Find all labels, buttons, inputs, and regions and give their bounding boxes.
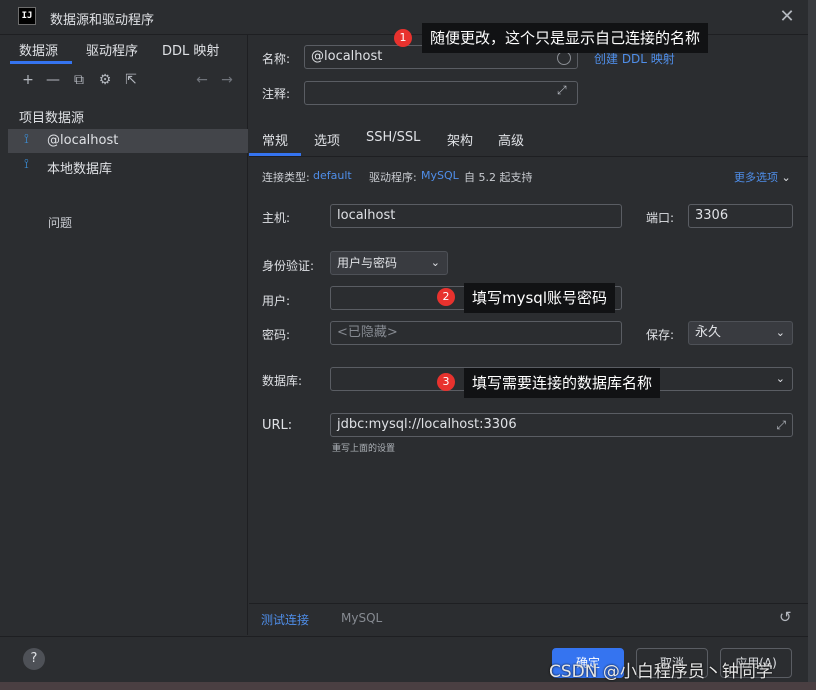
forward-arrow-icon[interactable]: →	[218, 71, 236, 89]
copy-icon[interactable]: ⧉	[70, 71, 88, 89]
auth-select[interactable]: 用户与密码 ⌄	[330, 251, 448, 275]
right-panel: 名称: @localhost 创建 DDL 映射 注释: ⤢ 常规 选项 SSH…	[249, 35, 816, 635]
connection-type-link[interactable]: default	[313, 169, 352, 182]
window-title: 数据源和驱动程序	[50, 13, 155, 28]
problems-label[interactable]: 问题	[48, 214, 72, 231]
comment-label: 注释:	[262, 87, 291, 101]
annotation-callout-3: 填写需要连接的数据库名称	[464, 368, 661, 398]
url-hint: 重写上面的设置	[332, 444, 396, 454]
tab-divider	[249, 156, 816, 157]
close-icon[interactable]: ✕	[776, 6, 798, 28]
more-options-link[interactable]: 更多选项 ⌄	[734, 169, 791, 185]
name-label: 名称:	[262, 52, 291, 66]
tab-data-sources[interactable]: 数据源	[19, 40, 58, 59]
export-icon[interactable]: ⇱	[122, 71, 140, 89]
bottom-divider	[249, 603, 816, 604]
left-panel: 数据源 驱动程序 DDL 映射 + — ⧉ ⚙ ⇱ ← → 项目数据源 ⟟ @l…	[0, 35, 248, 635]
host-input[interactable]: localhost	[330, 204, 622, 228]
url-label: URL:	[262, 418, 293, 433]
project-data-sources-header: 项目数据源	[19, 111, 85, 126]
url-value: jdbc:mysql://localhost:3306	[337, 417, 517, 432]
driver-link[interactable]: MySQL	[421, 169, 459, 182]
intellij-app-icon: IJ	[18, 7, 36, 25]
tree-item-local-db[interactable]: ⟟ 本地数据库	[8, 154, 248, 178]
tab-schemas[interactable]: 架构	[447, 130, 473, 149]
test-connection-link[interactable]: 测试连接	[261, 611, 309, 628]
port-label: 端口:	[646, 211, 675, 225]
revert-icon[interactable]: ↺	[779, 608, 792, 626]
auth-label: 身份验证:	[262, 259, 315, 273]
tab-ssh-ssl[interactable]: SSH/SSL	[366, 130, 420, 145]
mysql-dolphin-icon: ⟟	[24, 157, 29, 172]
driver-label: 驱动程序:	[369, 171, 417, 184]
database-label: 数据库:	[262, 374, 303, 388]
background-window-edge	[808, 0, 816, 690]
comment-input[interactable]	[304, 81, 578, 105]
auth-select-value: 用户与密码	[337, 256, 398, 270]
annotation-callout-2: 填写mysql账号密码	[464, 283, 615, 313]
url-input[interactable]: jdbc:mysql://localhost:3306 ⤢	[330, 413, 793, 437]
background-desktop-edge	[0, 682, 816, 690]
annotation-callout-1: 随便更改，这个只是显示自己连接的名称	[422, 23, 709, 53]
tab-drivers[interactable]: 驱动程序	[86, 40, 138, 59]
annotation-badge-1: 1	[394, 29, 412, 47]
expand-icon[interactable]: ⤢	[776, 414, 786, 436]
chevron-down-icon: ⌄	[775, 326, 785, 339]
port-input[interactable]: 3306	[688, 204, 793, 228]
settings-icon[interactable]: ⚙	[96, 71, 114, 89]
csdn-watermark: CSDN @小白程序员丶钟同学	[549, 662, 773, 682]
expand-icon[interactable]: ⤢	[557, 83, 567, 98]
password-input[interactable]: <已隐藏>	[330, 321, 622, 345]
help-button[interactable]: ?	[23, 648, 45, 670]
active-tab-indicator	[10, 61, 72, 64]
driver-footer-label: MySQL	[341, 611, 383, 625]
chevron-down-icon: ⌄	[781, 171, 791, 184]
host-label: 主机:	[262, 211, 291, 225]
driver-support-text: 自 5.2 起支持	[464, 171, 533, 184]
minus-icon[interactable]: —	[44, 71, 62, 89]
chevron-down-icon: ⌄	[430, 256, 440, 269]
tab-advanced[interactable]: 高级	[498, 130, 524, 149]
annotation-badge-2: 2	[437, 288, 455, 306]
save-label: 保存:	[646, 328, 675, 342]
tab-options[interactable]: 选项	[314, 130, 340, 149]
tree-item-label: @localhost	[47, 133, 119, 148]
chevron-down-icon[interactable]: ⌄	[776, 368, 785, 390]
user-label: 用户:	[262, 294, 291, 308]
save-select[interactable]: 永久 ⌄	[688, 321, 793, 345]
tab-general[interactable]: 常规	[262, 130, 288, 149]
mysql-dolphin-icon: ⟟	[24, 132, 29, 147]
save-select-value: 永久	[695, 325, 722, 340]
annotation-badge-3: 3	[437, 373, 455, 391]
tree-item-localhost[interactable]: ⟟ @localhost	[8, 129, 248, 153]
footer-divider	[0, 636, 816, 637]
tree-item-label: 本地数据库	[47, 162, 113, 177]
connection-type-label: 连接类型:	[262, 171, 310, 184]
color-circle-icon[interactable]	[557, 51, 571, 65]
back-arrow-icon[interactable]: ←	[193, 71, 211, 89]
tab-ddl-mappings[interactable]: DDL 映射	[162, 40, 219, 59]
plus-icon[interactable]: +	[19, 71, 37, 89]
password-label: 密码:	[262, 328, 291, 342]
more-options-label: 更多选项	[734, 171, 778, 184]
